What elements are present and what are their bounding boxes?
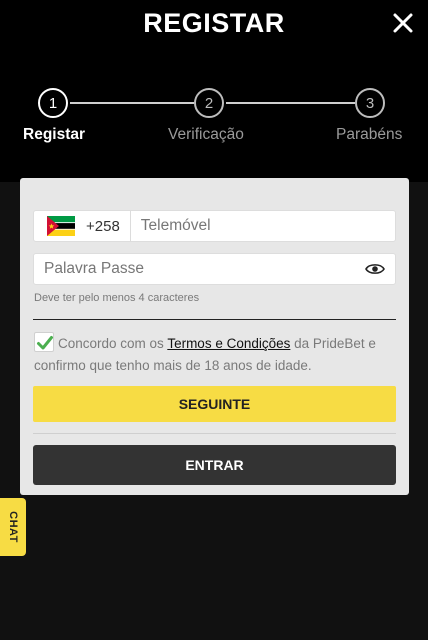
next-button[interactable]: SEGUINTE xyxy=(33,386,396,422)
step-1-label: Registar xyxy=(23,126,86,143)
divider xyxy=(33,319,396,320)
registration-stepper: 1 2 3 Registar Verificação Parabéns xyxy=(0,86,428,156)
page-title: REGISTAR xyxy=(143,8,285,38)
phone-field: +258 xyxy=(33,210,396,242)
login-button[interactable]: ENTRAR xyxy=(33,445,396,485)
registration-form: +258 Deve ter pelo menos 4 caracteres Co… xyxy=(20,178,409,495)
terms-link[interactable]: Termos e Condições xyxy=(167,336,290,351)
step-2-label: Verificação xyxy=(168,126,244,143)
chat-tab-label: CHAT xyxy=(7,511,20,543)
header-area: REGISTAR 1 2 3 Registar Verificação Para… xyxy=(0,0,428,182)
step-connector xyxy=(226,102,355,104)
step-2-circle: 2 xyxy=(194,88,224,118)
terms-text: Concordo com os Termos e Condições da Pr… xyxy=(34,333,402,377)
country-selector[interactable] xyxy=(44,216,78,236)
terms-checkbox[interactable] xyxy=(34,332,54,352)
check-icon xyxy=(37,336,53,350)
close-icon[interactable] xyxy=(392,12,414,34)
separator xyxy=(33,433,396,434)
phone-input[interactable] xyxy=(130,217,395,235)
password-input[interactable] xyxy=(34,260,365,278)
chat-tab[interactable]: CHAT xyxy=(0,498,26,556)
password-field xyxy=(33,253,396,285)
terms-prefix: Concordo com os xyxy=(58,336,168,351)
password-hint: Deve ter pelo menos 4 caracteres xyxy=(34,292,200,304)
dial-code: +258 xyxy=(86,217,120,235)
step-3-label: Parabéns xyxy=(336,126,403,143)
step-1-circle: 1 xyxy=(38,88,68,118)
eye-icon[interactable] xyxy=(365,262,385,276)
mozambique-flag-icon xyxy=(47,216,75,236)
step-3-circle: 3 xyxy=(355,88,385,118)
step-connector xyxy=(70,102,194,104)
